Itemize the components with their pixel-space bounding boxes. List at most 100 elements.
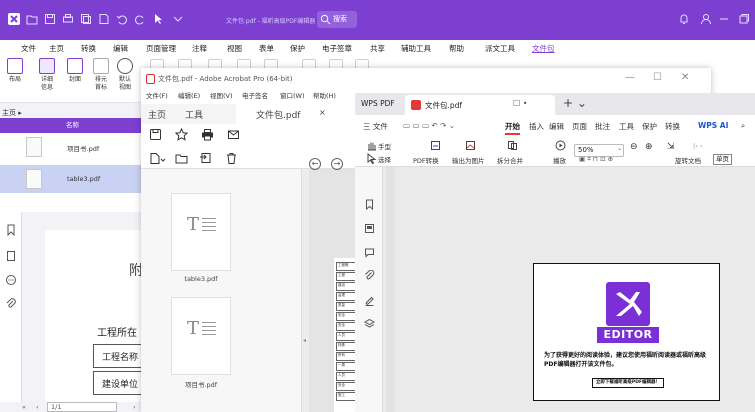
first-page-icon[interactable]: « (22, 403, 26, 411)
file-row[interactable]: 项目书.pdf (0, 133, 143, 161)
wps-app-tab[interactable]: WPS PDF (361, 99, 395, 108)
maximize-icon[interactable]: ☐ (653, 72, 662, 83)
select-icon[interactable] (366, 153, 377, 164)
menu-window[interactable]: 窗口(W) (280, 90, 305, 100)
extract-icon[interactable] (199, 152, 212, 165)
menu-edit[interactable]: 编辑 (113, 43, 128, 54)
view-mode-icons[interactable]: ▣ ⌗ ⊓ ⊡ ⊕ (579, 155, 613, 164)
search-icon[interactable]: ⌕ (741, 121, 745, 131)
zoom-dropdown-icon[interactable]: ⌄ (617, 144, 622, 152)
menu-home[interactable]: 主页 (49, 43, 64, 54)
pdf-convert-icon[interactable] (430, 140, 441, 151)
attachment-icon[interactable] (5, 298, 17, 310)
menu-page-manage[interactable]: 页面管理 (146, 43, 176, 54)
comment-icon[interactable] (5, 274, 17, 286)
menu-help[interactable]: 帮助 (449, 43, 464, 54)
undo-icon[interactable] (116, 13, 128, 25)
save-icon[interactable] (149, 128, 162, 141)
attachment-icon[interactable] (364, 270, 375, 281)
panel-label[interactable]: 主页 ▸ (2, 108, 22, 118)
wps-doc-tab[interactable]: 文件包.pdf ☐ • (405, 95, 555, 115)
split-merge-label[interactable]: 拆分合并 (497, 155, 523, 165)
menu-form[interactable]: 表单 (259, 43, 274, 54)
new-tab-icon[interactable]: + ⌄ (563, 96, 587, 110)
tab-options-icon[interactable]: ☐ • (513, 99, 527, 108)
back-arrow-icon[interactable]: ← (309, 158, 321, 170)
comment-icon[interactable] (364, 247, 375, 258)
star-icon[interactable] (175, 128, 188, 141)
quick-tools-icon[interactable]: ▭ ▭ ▭ ↶ ↷ ⌄ (403, 121, 455, 130)
save-icon[interactable] (44, 13, 56, 25)
menu-file[interactable]: 文件 (21, 43, 36, 54)
rotate-label[interactable]: 旋转文档 (675, 155, 701, 165)
download-link[interactable]: 立即下载福昕高级PDF编辑器！ (592, 378, 664, 388)
menu-view[interactable]: 视图(V) (210, 90, 233, 100)
menu-help[interactable]: 帮助(H) (313, 90, 336, 100)
tab-document[interactable]: 文件包.pdf × (236, 104, 355, 124)
zoom-in-icon[interactable]: ⊕ (645, 142, 653, 152)
prev-page-icon[interactable]: |‹ ‹ (693, 142, 702, 150)
select-tool-label[interactable]: 选择 (378, 154, 391, 164)
menu-view[interactable]: 视图 (227, 43, 242, 54)
minimize-icon[interactable] (718, 13, 730, 25)
single-page-button[interactable]: 单页 (713, 154, 732, 165)
print-icon[interactable] (201, 128, 214, 141)
prev-page-icon[interactable]: ‹ (36, 403, 39, 411)
menu-portfolio[interactable]: 文件包 (532, 43, 555, 54)
hand-tool-label[interactable]: 手型 (378, 141, 391, 151)
menu-e-seal[interactable]: 电子签章 (322, 43, 352, 54)
add-file-icon[interactable] (149, 152, 166, 165)
close-tab-icon[interactable]: × (319, 108, 326, 117)
menu-file[interactable]: 三 文件 (363, 121, 388, 132)
menu-convert[interactable]: 转换 (665, 121, 680, 132)
minimize-icon[interactable]: — (625, 72, 635, 83)
menu-convert[interactable]: 转换 (81, 43, 96, 54)
panel-collapse-handle[interactable]: ◂ (301, 169, 309, 412)
menu-edit[interactable]: 编辑 (549, 121, 564, 132)
menu-page[interactable]: 页面 (572, 121, 587, 132)
play-icon[interactable] (555, 140, 566, 151)
menu-paiwen-tools[interactable]: 派文工具 (485, 43, 515, 54)
play-label[interactable]: 播放 (553, 155, 566, 165)
details-button[interactable]: 详细 信息 (36, 58, 58, 92)
restore-icon[interactable] (738, 13, 750, 25)
redo-icon[interactable] (134, 13, 146, 25)
print-icon[interactable] (62, 13, 74, 25)
attachment-card[interactable]: T (171, 297, 231, 375)
cursor-icon[interactable] (152, 13, 164, 25)
menu-tools[interactable]: 辅助工具 (401, 43, 431, 54)
bookmark-icon[interactable] (364, 199, 375, 210)
tab-home[interactable]: 主页 (148, 108, 166, 121)
file-row-selected[interactable]: table3.pdf (0, 165, 143, 193)
export-image-label[interactable]: 输出为图片 (452, 155, 485, 165)
cover-button[interactable]: 封面 (64, 58, 86, 84)
menu-protect[interactable]: 保护 (642, 121, 657, 132)
export-icon[interactable] (98, 13, 110, 25)
copy-icon[interactable] (80, 13, 92, 25)
export-image-icon[interactable] (465, 140, 476, 151)
file-list-header[interactable]: 名称 (0, 118, 143, 133)
delete-icon[interactable] (225, 152, 238, 165)
menu-tools[interactable]: 工具 (619, 121, 634, 132)
menu-share[interactable]: 共享 (370, 43, 385, 54)
fit-width-icon[interactable]: ⇲ (667, 142, 675, 152)
close-icon[interactable]: ✕ (681, 72, 689, 83)
sort-button[interactable]: 排元 首标 (90, 58, 112, 92)
layers-icon[interactable] (364, 318, 375, 329)
app-logo-icon[interactable] (8, 13, 20, 25)
menu-insert[interactable]: 插入 (529, 121, 544, 132)
menu-protect[interactable]: 保护 (290, 43, 305, 54)
thumbnail-icon[interactable] (364, 223, 375, 234)
pdf-convert-label[interactable]: PDF转换 (413, 155, 439, 165)
bookmark-icon[interactable] (5, 224, 17, 236)
customize-dropdown-icon[interactable] (172, 13, 184, 25)
page-number-input[interactable]: 1/1 (47, 402, 117, 412)
bell-icon[interactable] (678, 13, 690, 25)
pages-icon[interactable] (5, 250, 17, 262)
search-box[interactable]: 搜索 (317, 11, 357, 28)
forward-arrow-icon[interactable]: → (331, 158, 343, 170)
account-icon[interactable] (700, 13, 712, 25)
email-icon[interactable] (227, 128, 240, 141)
menu-wps-ai[interactable]: WPS AI (698, 121, 728, 130)
folder-icon[interactable] (175, 152, 188, 165)
